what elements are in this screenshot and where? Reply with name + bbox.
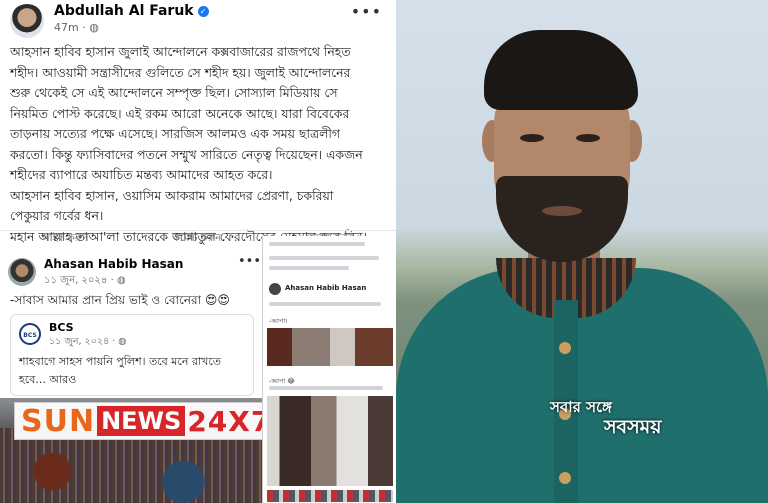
collage-text-line xyxy=(269,242,365,246)
globe-icon: ◍ xyxy=(89,21,99,34)
post-author[interactable]: Abdullah Al Faruk ✓ xyxy=(54,3,209,19)
verified-badge-icon: ✓ xyxy=(197,6,209,17)
logo-24x7: 24X7 xyxy=(187,404,272,438)
comment-more-options-icon[interactable]: ••• xyxy=(238,254,261,269)
collage-avatar xyxy=(269,283,281,295)
post-body: আহসান হাবিব হাসান জুলাই আন্দোলনে কক্সবাজ… xyxy=(10,42,388,247)
shared-page-name[interactable]: BCS xyxy=(49,321,74,334)
comment-date[interactable]: ১১ জুন, ২০২৪ · ◍ xyxy=(44,273,126,290)
author-avatar[interactable] xyxy=(10,4,44,38)
post-more-options-icon[interactable]: ••• xyxy=(351,2,382,21)
post-body-line: নিয়মিত পোস্ট করেছে। এই রকম আরো অনেকে আছ… xyxy=(10,105,350,121)
slogan-caption: সবার সঙ্গে সবসময় xyxy=(548,398,758,438)
post-header: Abdullah Al Faruk ✓ 47m · ◍ ••• xyxy=(0,0,396,40)
facebook-screenshot-collage: Abdullah Al Faruk ✓ 47m · ◍ ••• আহসান হাব… xyxy=(0,0,396,503)
portrait-photo: সবার সঙ্গে সবসময় xyxy=(396,0,768,503)
commenter-avatar[interactable] xyxy=(8,258,36,286)
collage-text-line xyxy=(269,256,379,260)
portrait-beard xyxy=(496,176,628,262)
post-body-line: করতো। কিন্তু ফ্যাসিবাদের পতনে সম্মুখ সার… xyxy=(10,146,363,162)
post-body-line: শহীদের ব্যাপারে অযাচিত মন্তব্য আমাদের আহ… xyxy=(10,167,273,182)
collage-text-line xyxy=(269,386,383,390)
collage-caption: -আপা। xyxy=(269,317,288,325)
post-body-line: পেকুয়ার গর্বের ধন। xyxy=(10,208,104,223)
shirt-button xyxy=(559,472,571,484)
bcs-logo-icon: BCS xyxy=(19,323,41,345)
comment-button[interactable]: কমেন্ট করুন xyxy=(173,231,221,247)
post-body-line: আহসান হাবিব হাসান, ওয়াসিম আকরাম আমাদের … xyxy=(10,187,334,203)
collage-photo xyxy=(267,396,393,486)
collage-text-line xyxy=(269,302,381,306)
post-body-line: শহীদ। আওয়ামী সন্ত্রাসীদের গুলিতে সে শহী… xyxy=(10,64,351,80)
logo-news: NEWS xyxy=(97,406,186,436)
collage-text-line xyxy=(269,266,349,270)
shirt-button xyxy=(559,342,571,354)
comment-text: -সাবাস আমার প্রান প্রিয় ভাই ও বোনেরা 😍😍 xyxy=(10,293,230,307)
screenshot-collage-panel: Ahasan Habib Hasan -আপা। -আপা 😂 xyxy=(262,236,396,503)
shared-post-date: ১১ জুন, ২০২৪ · ◍ xyxy=(49,336,127,347)
sunnews24x7-logo: SUN NEWS 24X7 xyxy=(14,402,294,440)
embedded-shared-post[interactable]: BCS BCS ১১ জুন, ২০২৪ · ◍ শাহবাগে সাহস পা… xyxy=(10,314,254,396)
portrait-eye xyxy=(520,134,544,142)
post-time[interactable]: 47m · ◍ xyxy=(54,21,99,34)
portrait-mouth xyxy=(542,206,582,216)
post-body-line: শুরু থেকেই সে এই আন্দোলনে সম্পৃক্ত ছিল। … xyxy=(10,85,338,100)
portrait-eye xyxy=(576,134,600,142)
commenter-name[interactable]: Ahasan Habib Hasan xyxy=(44,257,183,271)
logo-sun: SUN xyxy=(21,403,96,439)
post-author-name[interactable]: Abdullah Al Faruk xyxy=(54,3,194,19)
slogan-line-1: সবার সঙ্গে xyxy=(550,398,612,416)
portrait-hair xyxy=(484,30,638,110)
collage-photo-strip xyxy=(267,490,393,502)
post-body-line: তাড়নায় সত্যের পক্ষে এসেছে। সারজিস আলমও… xyxy=(10,126,340,141)
shared-post-card: Ahasan Habib Hasan ১১ জুন, ২০২৪ · ◍ ••• … xyxy=(0,248,262,398)
collage-photo xyxy=(267,328,393,366)
post-body-line: আহসান হাবিব হাসান জুলাই আন্দোলনে কক্সবাজ… xyxy=(10,44,351,59)
collage-author-name: Ahasan Habib Hasan xyxy=(285,284,367,292)
shared-post-text: শাহবাগে সাহস পায়নি পুলিশ। তবে মনে রাখতে… xyxy=(19,355,222,386)
post-time-label[interactable]: 47m xyxy=(54,21,79,34)
slogan-line-2: সবসময় xyxy=(604,416,662,438)
like-button[interactable]: লাইক করুন xyxy=(42,231,88,247)
